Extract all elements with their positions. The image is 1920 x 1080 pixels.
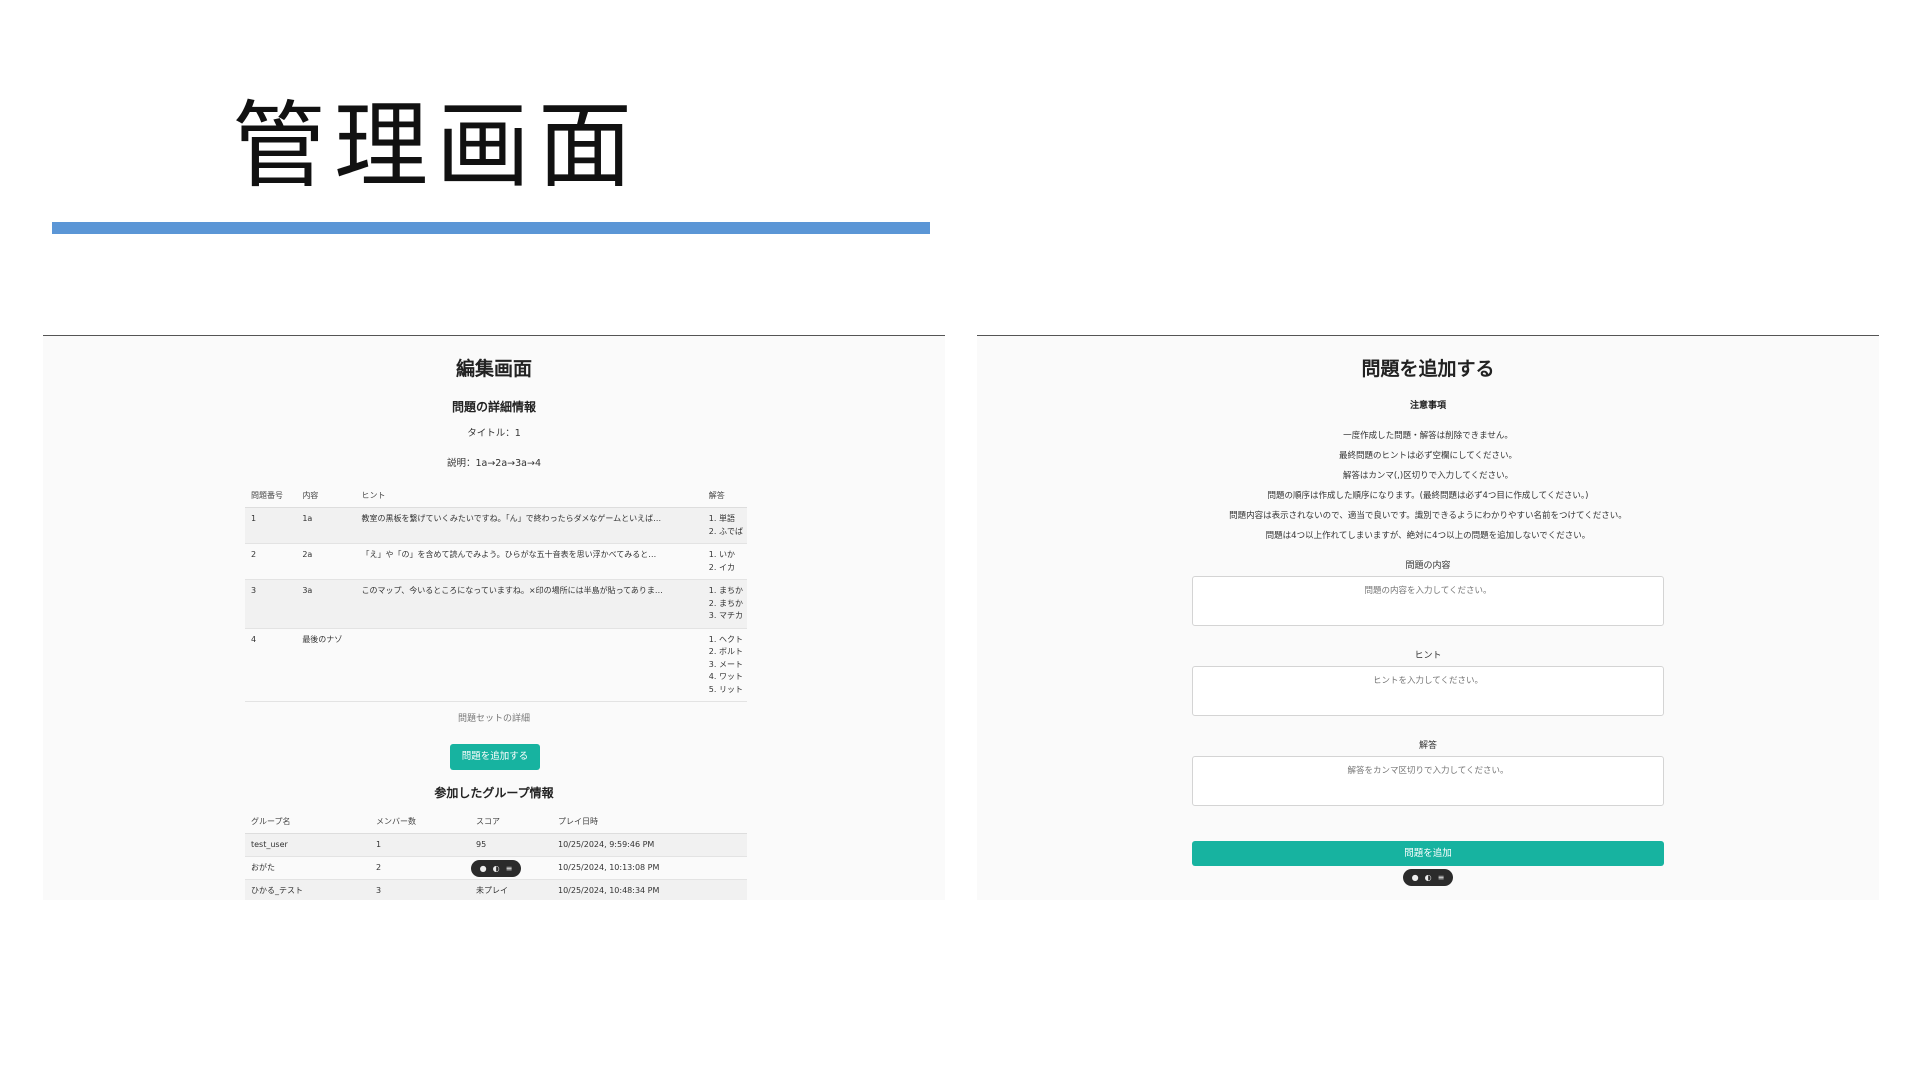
set-title: タイトル：1 bbox=[467, 428, 521, 439]
cell-members: 3 bbox=[370, 879, 470, 900]
table-row[interactable]: 3 3a このマップ、今いるところになっていますね。×印の場所には半島が貼ってあ… bbox=[245, 579, 747, 629]
cell-content: 2a bbox=[296, 543, 356, 580]
group-heading: 参加したグループ情報 bbox=[434, 786, 554, 800]
cell-played-at: 10/25/2024, 10:48:34 PM bbox=[552, 879, 747, 900]
cell-played-at: 10/25/2024, 9:59:46 PM bbox=[552, 833, 747, 857]
cell-group-name: おがた bbox=[245, 856, 370, 880]
answer-item: 1. ヘクト bbox=[708, 634, 743, 644]
header-score: スコア bbox=[470, 811, 552, 834]
table-row[interactable]: 1 1a 教室の黒板を繋げていくみたいですね。「ん」で終わったらダメなゲームとい… bbox=[245, 507, 747, 544]
add-problem-screen-screenshot: 問題を追加する 注意事項 一度作成した問題・解答は削除できません。 最終問題のヒ… bbox=[977, 335, 1879, 900]
cell-answers: 1. ヘクト 2. ボルト 3. メート 4. ワット 5. リット bbox=[702, 628, 747, 702]
set-description: 説明：1a→2a→3a→4 bbox=[446, 458, 542, 469]
answer-field[interactable] bbox=[1192, 756, 1664, 806]
answer-item: 2. イカ bbox=[708, 562, 735, 572]
cell-content: 1a bbox=[296, 507, 356, 544]
header-hint: ヒント bbox=[355, 484, 703, 508]
link-icon[interactable]: ◐ bbox=[1425, 873, 1432, 882]
answer-item: 1. 単語 bbox=[708, 514, 735, 523]
note-item: 解答はカンマ(,)区切りで入力してください。 bbox=[1342, 471, 1514, 481]
link-icon[interactable]: ◐ bbox=[493, 864, 500, 873]
problems-table: 問題番号 内容 ヒント 解答 1 1a 教室の黒板を繋げていくみたいですね。「ん… bbox=[245, 484, 747, 702]
cell-score: 95 bbox=[470, 833, 552, 857]
header-members: メンバー数 bbox=[370, 811, 470, 834]
answer-label: 解答 bbox=[1418, 741, 1437, 751]
menu-icon[interactable]: ≡ bbox=[506, 864, 513, 873]
answer-item: 3. メート bbox=[708, 659, 743, 669]
group-table: グループ名 メンバー数 スコア プレイ日時 test_user 1 95 10/… bbox=[245, 811, 747, 900]
cell-played-at: 10/25/2024, 10:13:08 PM bbox=[552, 856, 747, 880]
cell-hint: 教室の黒板を繋げていくみたいですね。「ん」で終わったらダメなゲームといえば… bbox=[355, 507, 703, 544]
table-row[interactable]: 4 最後のナゾ 1. ヘクト 2. ボルト 3. メート 4. ワット 5. リ… bbox=[245, 628, 747, 702]
edit-screen-screenshot: 編集画面 問題の詳細情報 タイトル：1 説明：1a→2a→3a→4 問題番号 内… bbox=[43, 335, 945, 900]
group-table-header: グループ名 メンバー数 スコア プレイ日時 bbox=[245, 811, 747, 834]
header-group-name: グループ名 bbox=[245, 811, 370, 834]
cell-hint bbox=[355, 628, 703, 702]
cell-number: 1 bbox=[245, 507, 297, 544]
hint-label: ヒント bbox=[1414, 651, 1442, 661]
note-item: 一度作成した問題・解答は削除できません。 bbox=[1343, 431, 1513, 441]
floating-toolbar[interactable]: ● ◐ ≡ bbox=[471, 860, 521, 877]
answer-item: 5. リット bbox=[708, 684, 743, 694]
chat-icon[interactable]: ● bbox=[480, 864, 487, 873]
problems-table-header: 問題番号 内容 ヒント 解答 bbox=[245, 484, 747, 508]
cell-number: 3 bbox=[245, 579, 297, 629]
header-number: 問題番号 bbox=[245, 484, 297, 508]
cell-group-name: test_user bbox=[245, 833, 370, 857]
cell-number: 4 bbox=[245, 628, 297, 702]
note-item: 最終問題のヒントは必ず空欄にしてください。 bbox=[1339, 451, 1517, 461]
answer-item: 2. ボルト bbox=[708, 647, 743, 656]
cell-members: 1 bbox=[370, 833, 470, 857]
add-page-title: 問題を追加する bbox=[1361, 358, 1495, 380]
chat-icon[interactable]: ● bbox=[1412, 873, 1419, 882]
note-item: 問題は4つ以上作れてしまいますが、絶対に4つ以上の問題を追加しないでください。 bbox=[1265, 531, 1591, 541]
add-problem-button[interactable]: 問題を追加する bbox=[450, 744, 540, 770]
notes-heading: 注意事項 bbox=[1409, 401, 1446, 411]
submit-problem-button[interactable]: 問題を追加 bbox=[1192, 841, 1664, 866]
table-row[interactable]: ひかる_テスト 3 未プレイ 10/25/2024, 10:48:34 PM bbox=[245, 879, 747, 900]
cell-content: 3a bbox=[296, 579, 356, 629]
content-label: 問題の内容 bbox=[1405, 561, 1451, 571]
note-item: 問題内容は表示されないので、適当で良いです。識別できるようにわかりやすい名前をつ… bbox=[1229, 511, 1627, 521]
cell-members: 2 bbox=[370, 856, 470, 880]
notes-list: 一度作成した問題・解答は削除できません。 最終問題のヒントは必ず空欄にしてくださ… bbox=[977, 426, 1879, 546]
content-field[interactable] bbox=[1192, 576, 1664, 626]
cell-score: 未プレイ bbox=[470, 879, 552, 900]
answer-item: 4. ワット bbox=[708, 672, 743, 681]
cell-hint: 「え」や「の」を含めて読んでみよう。ひらがな五十音表を思い浮かべてみると… bbox=[355, 543, 703, 580]
edit-page-title: 編集画面 bbox=[455, 358, 532, 380]
note-item: 問題の順序は作成した順序になります。(最終問題は必ず4つ目に作成してください。) bbox=[1267, 491, 1589, 501]
cell-number: 2 bbox=[245, 543, 297, 580]
header-played-at: プレイ日時 bbox=[552, 811, 747, 834]
answer-item: 2. ふでば bbox=[708, 526, 743, 536]
answer-item: 1. まちか bbox=[708, 586, 743, 595]
table-row[interactable]: test_user 1 95 10/25/2024, 9:59:46 PM bbox=[245, 833, 747, 857]
answer-item: 1. いか bbox=[708, 550, 735, 559]
cell-content: 最後のナゾ bbox=[296, 628, 356, 702]
answer-item: 2. まちか bbox=[708, 598, 743, 608]
cell-answers: 1. まちか 2. まちか 3. マチカ bbox=[702, 579, 747, 629]
cell-answers: 1. 単語 2. ふでば bbox=[702, 507, 747, 544]
cell-group-name: ひかる_テスト bbox=[245, 879, 370, 900]
floating-toolbar[interactable]: ● ◐ ≡ bbox=[1403, 869, 1453, 886]
menu-icon[interactable]: ≡ bbox=[1438, 873, 1445, 882]
hint-field[interactable] bbox=[1192, 666, 1664, 716]
cell-answers: 1. いか 2. イカ bbox=[702, 543, 747, 580]
slide-title: 管理画面 bbox=[232, 92, 641, 201]
detail-heading: 問題の詳細情報 bbox=[451, 400, 536, 414]
cell-hint: このマップ、今いるところになっていますね。×印の場所には半島が貼ってありま… bbox=[355, 579, 703, 629]
header-answer: 解答 bbox=[702, 484, 747, 508]
answer-item: 3. マチカ bbox=[708, 611, 743, 620]
header-content: 内容 bbox=[296, 484, 356, 508]
table-row[interactable]: 2 2a 「え」や「の」を含めて読んでみよう。ひらがな五十音表を思い浮かべてみる… bbox=[245, 543, 747, 580]
set-detail-link[interactable]: 問題セットの詳細 bbox=[43, 711, 945, 724]
title-underline bbox=[52, 222, 930, 234]
